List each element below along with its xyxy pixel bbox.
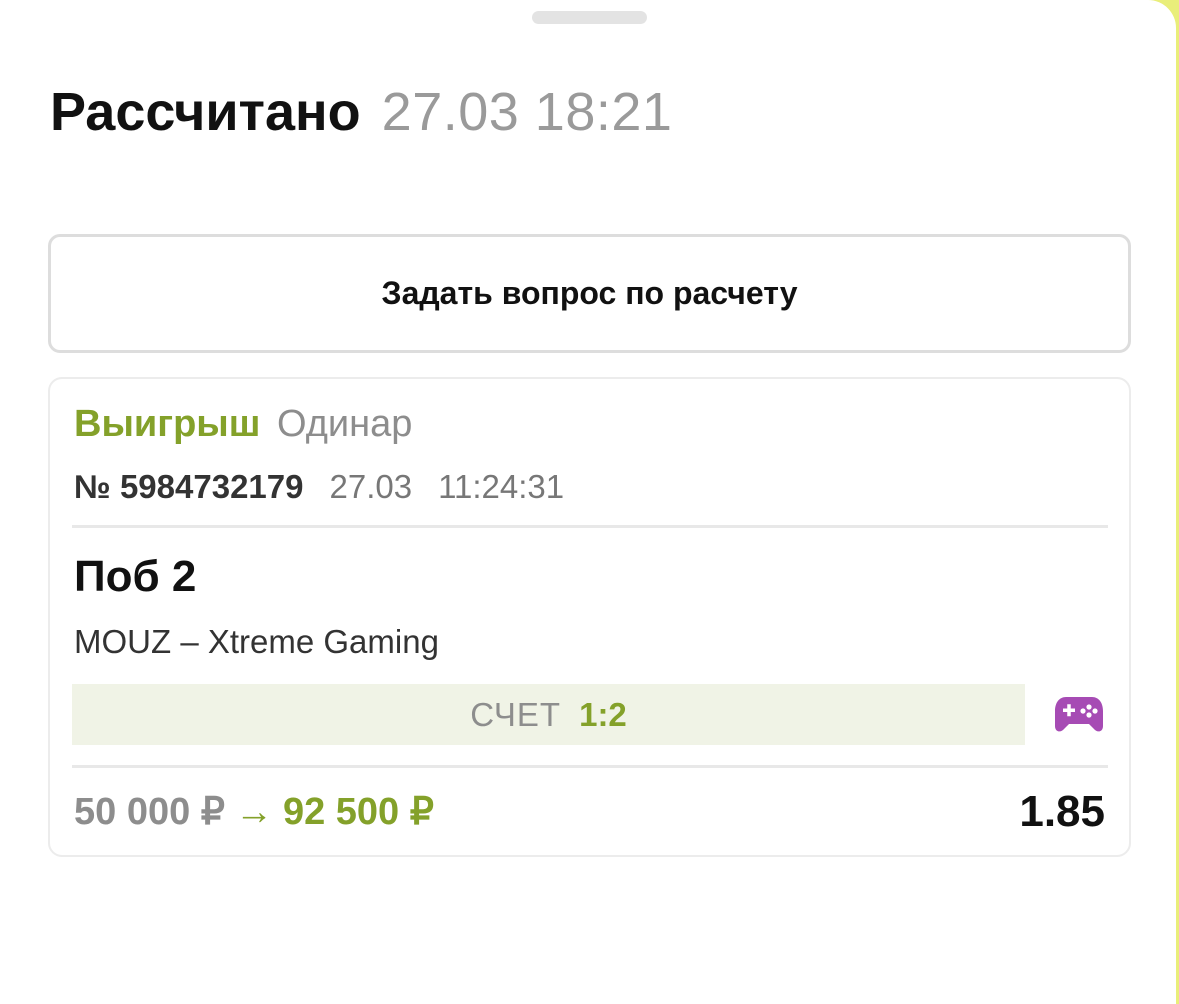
bet-type-label: Одинар bbox=[276, 403, 413, 445]
bet-status-row: Выигрыш Одинар bbox=[74, 401, 412, 447]
bet-time: 11:24:31 bbox=[438, 468, 565, 505]
bet-date: 27.03 bbox=[329, 468, 413, 505]
divider bbox=[72, 525, 1108, 528]
divider bbox=[72, 765, 1108, 768]
settled-datetime: 27.03 18:21 bbox=[381, 82, 673, 142]
score-label: СЧЕТ bbox=[470, 695, 562, 733]
page-title: Рассчитано 27.03 18:21 bbox=[50, 80, 672, 144]
ask-question-button[interactable]: Задать вопрос по расчету bbox=[48, 234, 1131, 353]
bet-meta-row: № 5984732179 27.03 11:24:31 bbox=[74, 467, 564, 507]
arrow-right-icon: → bbox=[234, 791, 273, 833]
bet-odds: 1.85 bbox=[1019, 787, 1105, 836]
stake-amount: 50 000 ₽ bbox=[74, 791, 225, 833]
match-name: MOUZ – Xtreme Gaming bbox=[74, 623, 439, 660]
bet-card[interactable]: Выигрыш Одинар № 5984732179 27.03 11:24:… bbox=[48, 377, 1131, 857]
bet-number: № 5984732179 bbox=[74, 468, 304, 505]
settled-status-title: Рассчитано bbox=[50, 82, 361, 142]
stake-payout-row: 50 000 ₽ → 92 500 ₽ bbox=[74, 789, 434, 835]
bet-result-label: Выигрыш bbox=[74, 403, 261, 445]
gamepad-icon bbox=[1055, 697, 1103, 732]
payout-amount: 92 500 ₽ bbox=[282, 791, 434, 833]
score-value: 1:2 bbox=[579, 695, 627, 733]
sheet-grabber-handle[interactable] bbox=[532, 11, 647, 24]
bet-outcome: Поб 2 bbox=[74, 552, 197, 601]
bet-details-sheet: Рассчитано 27.03 18:21 Задать вопрос по … bbox=[0, 0, 1176, 1004]
score-bar: СЧЕТ 1:2 bbox=[72, 684, 1025, 745]
